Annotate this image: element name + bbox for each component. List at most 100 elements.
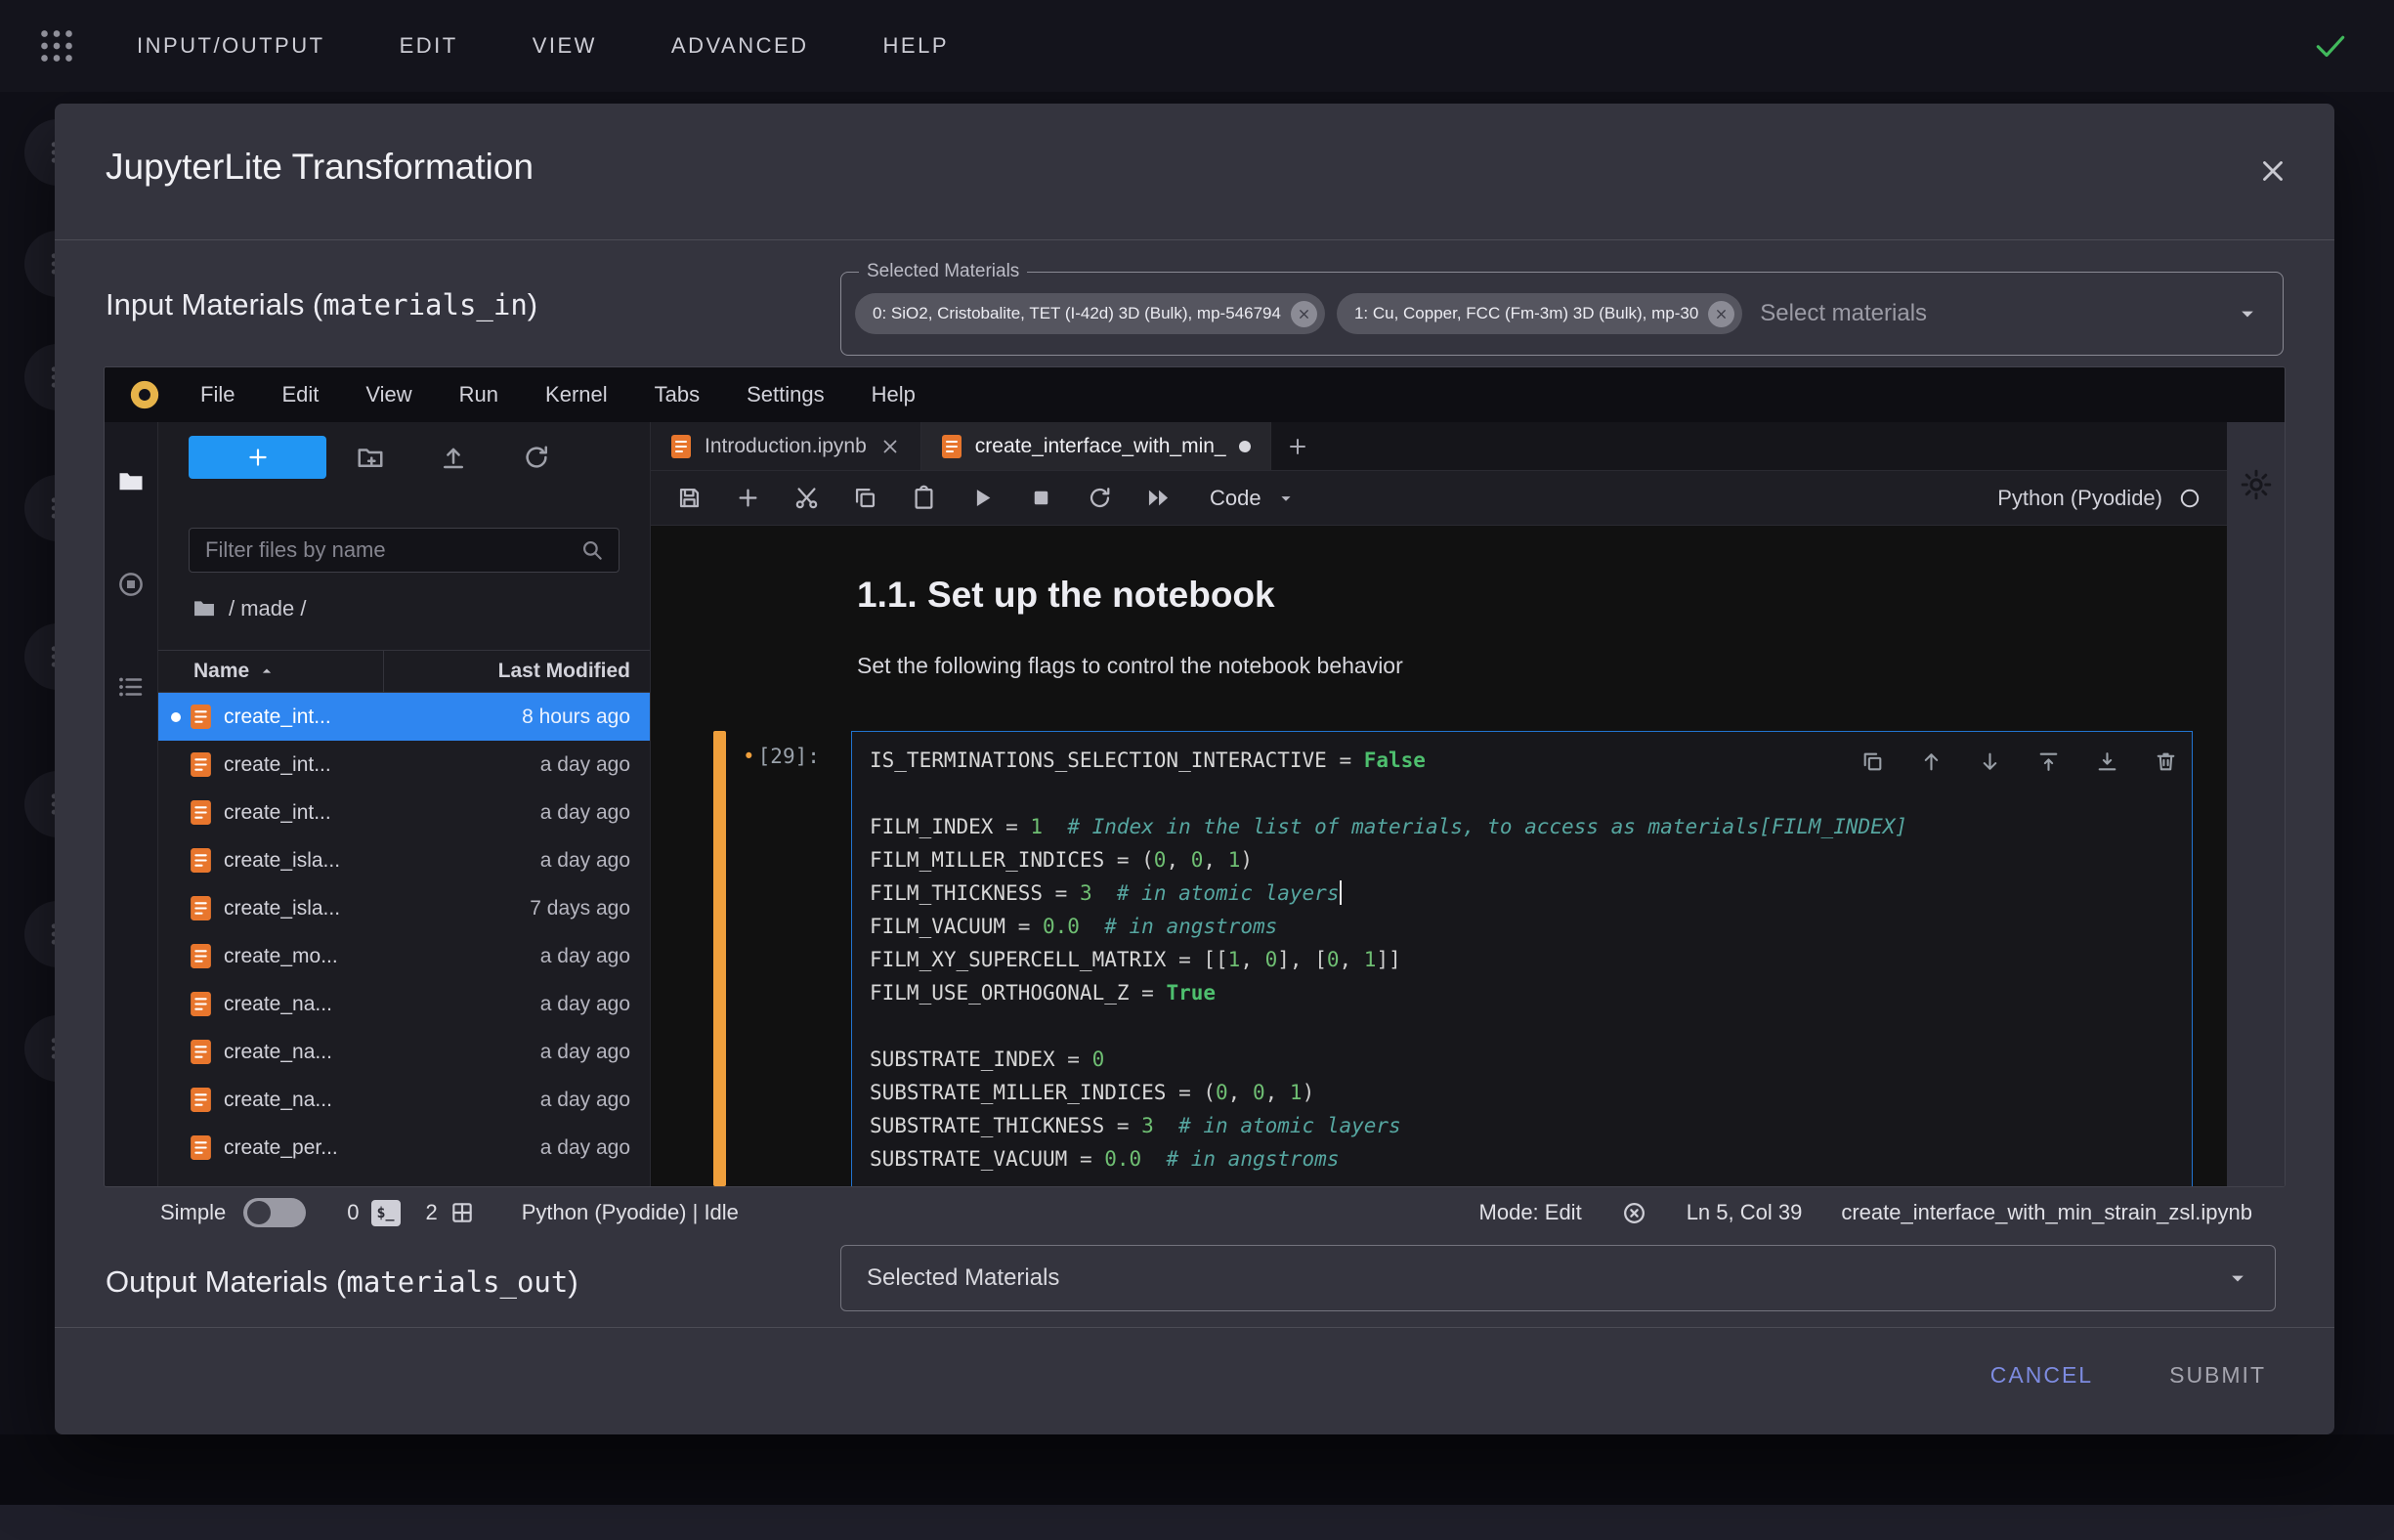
file-header-name[interactable]: Name xyxy=(158,651,384,692)
code-cell-editor[interactable]: IS_TERMINATIONS_SELECTION_INTERACTIVE = … xyxy=(851,731,2193,1186)
new-tab-button[interactable] xyxy=(1271,422,1324,470)
filter-files-input[interactable] xyxy=(203,536,579,564)
notebook-file-icon xyxy=(941,434,962,459)
delete-cell-icon[interactable] xyxy=(2154,749,2178,774)
file-modified: a day ago xyxy=(540,993,650,1016)
cursor-position[interactable]: Ln 5, Col 39 xyxy=(1687,1200,1803,1225)
code-line xyxy=(870,777,2192,810)
app-header: INPUT/OUTPUT EDIT VIEW ADVANCED HELP xyxy=(0,0,2394,92)
file-row[interactable]: create_na...a day ago xyxy=(158,1028,650,1076)
tab-create-interface[interactable]: create_interface_with_min_ xyxy=(921,422,1271,470)
duplicate-cell-icon[interactable] xyxy=(1860,749,1885,774)
terminal-icon[interactable]: $_ xyxy=(371,1200,401,1226)
new-launcher-button[interactable] xyxy=(189,436,326,479)
jupyter-status-bar: Simple 0 $_ 2 Python (Pyodide) | Idle Mo… xyxy=(104,1187,2286,1238)
cancel-button[interactable]: CANCEL xyxy=(1965,1348,2118,1402)
jupyterlite-app: FileEditViewRunKernelTabsSettingsHelp xyxy=(104,366,2286,1187)
kernel-sessions-icon[interactable] xyxy=(449,1200,475,1225)
output-materials-label: Output Materials (materials_out) xyxy=(106,1264,578,1300)
file-row[interactable]: create_per...a day ago xyxy=(158,1124,650,1172)
apps-menu-icon[interactable] xyxy=(37,26,76,65)
file-row[interactable]: create_isla...7 days ago xyxy=(158,884,650,932)
jupyterlite-transformation-dialog: JupyterLite Transformation Input Materia… xyxy=(55,104,2334,1434)
app-menu-item[interactable]: EDIT xyxy=(400,33,458,59)
output-materials-select[interactable]: Selected Materials xyxy=(840,1245,2276,1311)
filter-files-box[interactable] xyxy=(189,528,620,573)
table-of-contents-tab-icon[interactable] xyxy=(116,672,146,702)
running-sessions-tab-icon[interactable] xyxy=(116,570,146,599)
material-chip: 0: SiO2, Cristobalite, TET (I-42d) 3D (B… xyxy=(855,293,1325,334)
file-list-header: Name Last Modified xyxy=(158,650,650,693)
submit-button[interactable]: SUBMIT xyxy=(2144,1348,2291,1402)
jupyter-menu-item[interactable]: Settings xyxy=(723,367,848,422)
unsaved-changes-dot xyxy=(1239,441,1251,452)
file-browser-panel: / made / Name Last Modified create_int..… xyxy=(158,422,651,1186)
refresh-icon[interactable] xyxy=(522,443,551,472)
insert-cell-above-icon[interactable] xyxy=(2036,749,2061,774)
jupyter-menu-item[interactable]: Tabs xyxy=(631,367,723,422)
kernel-status-text[interactable]: Python (Pyodide) | Idle xyxy=(522,1200,739,1225)
modified-dot: • xyxy=(743,745,755,768)
file-row[interactable]: create_na...a day ago xyxy=(158,980,650,1028)
app-menu-item[interactable]: VIEW xyxy=(533,33,597,59)
jupyter-menubar-items: FileEditViewRunKernelTabsSettingsHelp xyxy=(177,367,939,422)
breadcrumb[interactable]: / made / xyxy=(192,596,306,621)
restart-kernel-icon[interactable] xyxy=(1087,485,1113,511)
file-browser-toolbar xyxy=(189,436,632,479)
material-chip-remove-button[interactable] xyxy=(1291,301,1317,327)
insert-cell-below-icon[interactable] xyxy=(2095,749,2119,774)
file-row[interactable]: create_int...a day ago xyxy=(158,789,650,836)
jupyter-menu-item[interactable]: Kernel xyxy=(522,367,631,422)
restart-run-all-icon[interactable] xyxy=(1145,485,1172,511)
new-folder-icon[interactable] xyxy=(356,443,385,472)
jupyter-menu-item[interactable]: View xyxy=(342,367,435,422)
move-cell-down-icon[interactable] xyxy=(1978,749,2002,774)
file-row[interactable]: create_na...a day ago xyxy=(158,1076,650,1124)
code-line: FILM_USE_ORTHOGONAL_Z = True xyxy=(870,976,2192,1009)
cell-collapser[interactable] xyxy=(713,731,726,1186)
material-chip-label: 0: SiO2, Cristobalite, TET (I-42d) 3D (B… xyxy=(873,304,1281,323)
input-materials-select[interactable]: Selected Materials 0: SiO2, Cristobalite… xyxy=(840,272,2284,356)
cell-type-value: Code xyxy=(1210,486,1261,511)
file-row[interactable]: create_mo...a day ago xyxy=(158,932,650,980)
file-header-modified[interactable]: Last Modified xyxy=(384,651,650,692)
jupyter-menu-item[interactable]: File xyxy=(177,367,258,422)
run-cell-icon[interactable] xyxy=(969,485,996,511)
copy-cells-icon[interactable] xyxy=(852,485,878,511)
tab-introduction[interactable]: Introduction.ipynb xyxy=(651,422,921,470)
tab-bar: Introduction.ipynb create_interface_with… xyxy=(651,422,2227,471)
code-line: SUBSTRATE_THICKNESS = 3 # in atomic laye… xyxy=(870,1109,2192,1142)
cell-type-dropdown[interactable]: Code xyxy=(1210,486,1297,511)
material-chip-remove-button[interactable] xyxy=(1708,301,1734,327)
file-row[interactable]: create_isla...a day ago xyxy=(158,836,650,884)
close-tab-icon[interactable] xyxy=(879,436,901,457)
material-chip: 1: Cu, Copper, FCC (Fm-3m) 3D (Bulk), mp… xyxy=(1337,293,1742,334)
file-row[interactable]: create_int...8 hours ago xyxy=(158,693,650,741)
interrupt-kernel-icon[interactable] xyxy=(1028,485,1054,511)
sort-ascending-icon xyxy=(257,662,277,681)
kernel-indicator[interactable]: Python (Pyodide) xyxy=(1997,486,2202,511)
mode-indicator: Mode: Edit xyxy=(1479,1200,1582,1225)
cut-cells-icon[interactable] xyxy=(793,485,820,511)
breadcrumb-path[interactable]: / made / xyxy=(229,596,306,621)
chevron-down-icon xyxy=(2224,1264,2251,1292)
insert-cell-icon[interactable] xyxy=(735,485,761,511)
upload-icon[interactable] xyxy=(439,443,468,472)
file-name: create_mo... xyxy=(224,945,540,968)
jupyter-menu-item[interactable]: Help xyxy=(848,367,939,422)
folder-icon[interactable] xyxy=(192,596,217,621)
simple-mode-toggle[interactable] xyxy=(243,1198,306,1227)
jupyter-menu-item[interactable]: Run xyxy=(436,367,522,422)
app-menu-item[interactable]: INPUT/OUTPUT xyxy=(137,33,325,59)
file-row[interactable]: create_int...a day ago xyxy=(158,741,650,789)
paste-cells-icon[interactable] xyxy=(911,485,937,511)
save-icon[interactable] xyxy=(676,485,703,511)
gear-icon[interactable] xyxy=(2239,467,2274,502)
close-circle-icon[interactable] xyxy=(1621,1200,1647,1226)
app-menu-item[interactable]: ADVANCED xyxy=(671,33,809,59)
jupyter-menu-item[interactable]: Edit xyxy=(258,367,342,422)
dialog-close-button[interactable] xyxy=(2256,154,2289,188)
move-cell-up-icon[interactable] xyxy=(1919,749,1944,774)
app-menu-item[interactable]: HELP xyxy=(883,33,949,59)
file-browser-tab-icon[interactable] xyxy=(116,467,146,496)
